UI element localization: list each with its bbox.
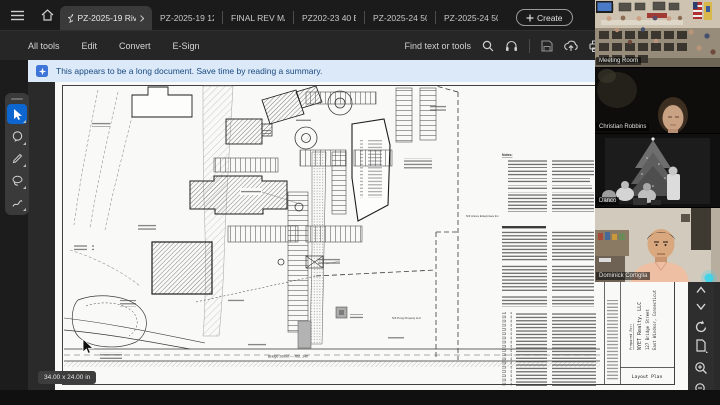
participant-name: Christian Robbins [596,123,649,131]
video-tile-christian-robbins[interactable]: Christian Robbins [595,68,720,133]
notes-heading: Notes: [502,153,513,157]
sign-tool-icon[interactable] [7,192,27,212]
home-icon[interactable] [36,4,58,26]
menu-edit[interactable]: Edit [82,41,98,51]
tool-palette [5,93,29,215]
rotate-page-icon[interactable] [693,319,709,335]
screen: PZ-2025-19 River Point... PZ-2025-19 127… [0,0,720,405]
participant-name: Danco [596,197,619,205]
tab-50-bor-1[interactable]: PZ-2025-24 50 Bor... [365,6,435,30]
select-tool-icon[interactable] [7,104,27,124]
comment-tool-icon[interactable] [7,126,27,146]
video-tile-dominick[interactable]: Dominick Cortiglia [595,208,720,282]
road-label: Bridge Street — Rte. 140 [268,355,308,359]
lasso-tool-icon[interactable] [7,170,27,190]
tab-final-rev[interactable]: FINAL REV MARK... [223,6,293,30]
export-pdf-icon[interactable] [693,338,709,354]
save-icon[interactable] [541,40,553,52]
plus-icon [526,14,534,22]
client-name: NYET Realty, LLC [637,302,643,350]
mouse-cursor [80,338,94,356]
parcel-label-annex: N/F Annex Enterprises Inc. [466,214,499,218]
tv-screen [596,1,613,13]
tab-50-bor-2[interactable]: PZ-2025-24 50 Bor... [436,6,506,30]
bottom-bar [0,390,720,405]
participant-name: Dominick Cortiglia [596,272,650,280]
next-page-icon[interactable] [693,298,709,314]
pencil-tool-icon[interactable] [7,148,27,168]
notes-column [502,160,596,386]
contour-lines [70,90,140,286]
close-tab-icon[interactable] [140,15,144,22]
menu-all-tools[interactable]: All tools [28,41,60,51]
hamburger-menu-icon[interactable] [6,4,28,26]
title-block: Prepared For: NYET Realty, LLC 127 Bridg… [607,289,662,380]
find-text-label[interactable]: Find text or tools [404,41,471,51]
menu-esign[interactable]: E-Sign [173,41,200,51]
toolbar-divider [529,39,530,53]
page-size-badge: 34.00 x 24.00 in [38,371,96,384]
tab-127-bridge[interactable]: PZ-2025-19 127 Bri... [152,6,222,30]
site-city: East Windsor, Connecticut [652,289,657,350]
site-address: 127 Bridge Street [645,308,650,350]
document-canvas[interactable]: Bridge Street — Rte. 140 N/F Annex Enter… [55,82,688,390]
read-aloud-icon[interactable] [505,40,518,52]
prepared-for-label: Prepared For: [629,323,633,350]
search-icon[interactable] [482,40,494,52]
building-label-lines [360,140,382,198]
star-icon[interactable] [68,14,73,23]
tab-40-barber[interactable]: PZ202-23 40 Barb... [294,6,364,30]
tab-river-point[interactable]: PZ-2025-19 River Point... [60,6,152,30]
parcel-label-pong: N/F Pong Property LLC [392,316,421,320]
video-tile-danco[interactable]: Danco [595,134,720,207]
tab-label: PZ-2025-19 River Point... [77,13,135,23]
menu-convert[interactable]: Convert [119,41,151,51]
sheet-title: Layout Plan [632,374,663,380]
palette-drag-handle[interactable] [11,98,23,100]
cloud-upload-icon[interactable] [564,40,578,52]
previous-page-icon[interactable] [693,282,709,298]
participant-name: Meeting Room [596,57,641,65]
video-sidebar: Meeting Room Christian Robbins [595,0,720,282]
us-flag [693,2,702,19]
create-button[interactable]: Create [516,9,573,26]
video-tile-meeting-room[interactable]: Meeting Room [595,0,720,67]
drive-aisle [310,152,326,344]
ai-assistant-icon [36,65,48,77]
zoom-in-icon[interactable] [693,360,709,376]
banner-message: This appears to be a long document. Save… [56,66,322,76]
